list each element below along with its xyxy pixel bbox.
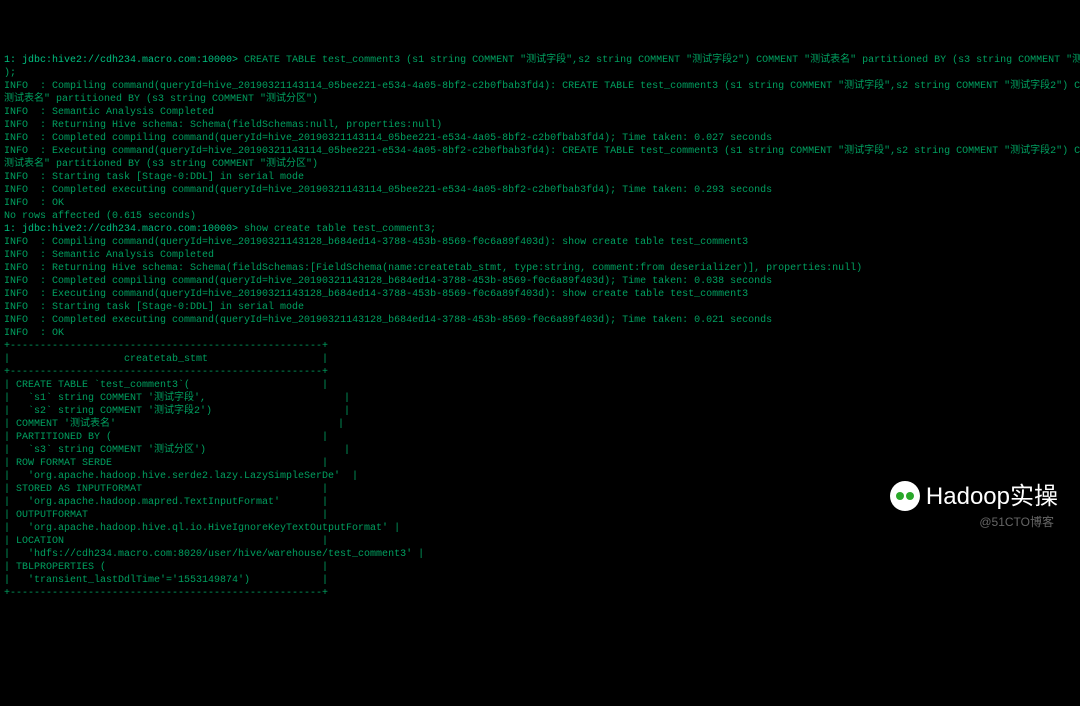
terminal-line: | 'transient_lastDdlTime'='1553149874') …: [4, 574, 1076, 587]
terminal-output[interactable]: 1: jdbc:hive2://cdh234.macro.com:10000> …: [0, 52, 1080, 602]
terminal-line: 测试表名" partitioned BY (s3 string COMMENT …: [4, 158, 1076, 171]
terminal-line: +---------------------------------------…: [4, 587, 1076, 600]
terminal-line: INFO : Completed executing command(query…: [4, 184, 1076, 197]
terminal-line: 测试表名" partitioned BY (s3 string COMMENT …: [4, 93, 1076, 106]
terminal-line: INFO : OK: [4, 327, 1076, 340]
terminal-line: INFO : Starting task [Stage-0:DDL] in se…: [4, 301, 1076, 314]
terminal-line: | COMMENT '测试表名' |: [4, 418, 1076, 431]
terminal-line: 1: jdbc:hive2://cdh234.macro.com:10000> …: [4, 54, 1076, 67]
terminal-line: | LOCATION |: [4, 535, 1076, 548]
terminal-line: No rows affected (0.615 seconds): [4, 210, 1076, 223]
terminal-line: | `s3` string COMMENT '测试分区') |: [4, 444, 1076, 457]
terminal-line: INFO : Returning Hive schema: Schema(fie…: [4, 262, 1076, 275]
watermark-text: Hadoop实操: [926, 490, 1058, 503]
wechat-icon: [890, 481, 920, 511]
terminal-line: INFO : Completed compiling command(query…: [4, 132, 1076, 145]
terminal-line: | 'hdfs://cdh234.macro.com:8020/user/hiv…: [4, 548, 1076, 561]
terminal-line: | `s2` string COMMENT '测试字段2') |: [4, 405, 1076, 418]
terminal-line: );: [4, 67, 1076, 80]
source-watermark: @51CTO博客: [979, 516, 1054, 529]
terminal-line: INFO : Executing command(queryId=hive_20…: [4, 288, 1076, 301]
terminal-line: INFO : Semantic Analysis Completed: [4, 249, 1076, 262]
terminal-line: | PARTITIONED BY ( |: [4, 431, 1076, 444]
terminal-line: INFO : Completed compiling command(query…: [4, 275, 1076, 288]
terminal-line: 1: jdbc:hive2://cdh234.macro.com:10000> …: [4, 223, 1076, 236]
terminal-line: +---------------------------------------…: [4, 340, 1076, 353]
terminal-line: | 'org.apache.hadoop.hive.ql.io.HiveIgno…: [4, 522, 1076, 535]
terminal-line: INFO : Executing command(queryId=hive_20…: [4, 145, 1076, 158]
terminal-line: INFO : Compiling command(queryId=hive_20…: [4, 80, 1076, 93]
wechat-watermark: Hadoop实操: [890, 481, 1058, 511]
terminal-line: INFO : Semantic Analysis Completed: [4, 106, 1076, 119]
terminal-line: | CREATE TABLE `test_comment3`( |: [4, 379, 1076, 392]
terminal-line: INFO : Starting task [Stage-0:DDL] in se…: [4, 171, 1076, 184]
terminal-line: INFO : OK: [4, 197, 1076, 210]
terminal-line: INFO : Completed executing command(query…: [4, 314, 1076, 327]
terminal-line: | createtab_stmt |: [4, 353, 1076, 366]
terminal-line: | `s1` string COMMENT '测试字段', |: [4, 392, 1076, 405]
terminal-line: +---------------------------------------…: [4, 366, 1076, 379]
terminal-line: INFO : Compiling command(queryId=hive_20…: [4, 236, 1076, 249]
terminal-line: | TBLPROPERTIES ( |: [4, 561, 1076, 574]
terminal-line: | ROW FORMAT SERDE |: [4, 457, 1076, 470]
terminal-line: INFO : Returning Hive schema: Schema(fie…: [4, 119, 1076, 132]
